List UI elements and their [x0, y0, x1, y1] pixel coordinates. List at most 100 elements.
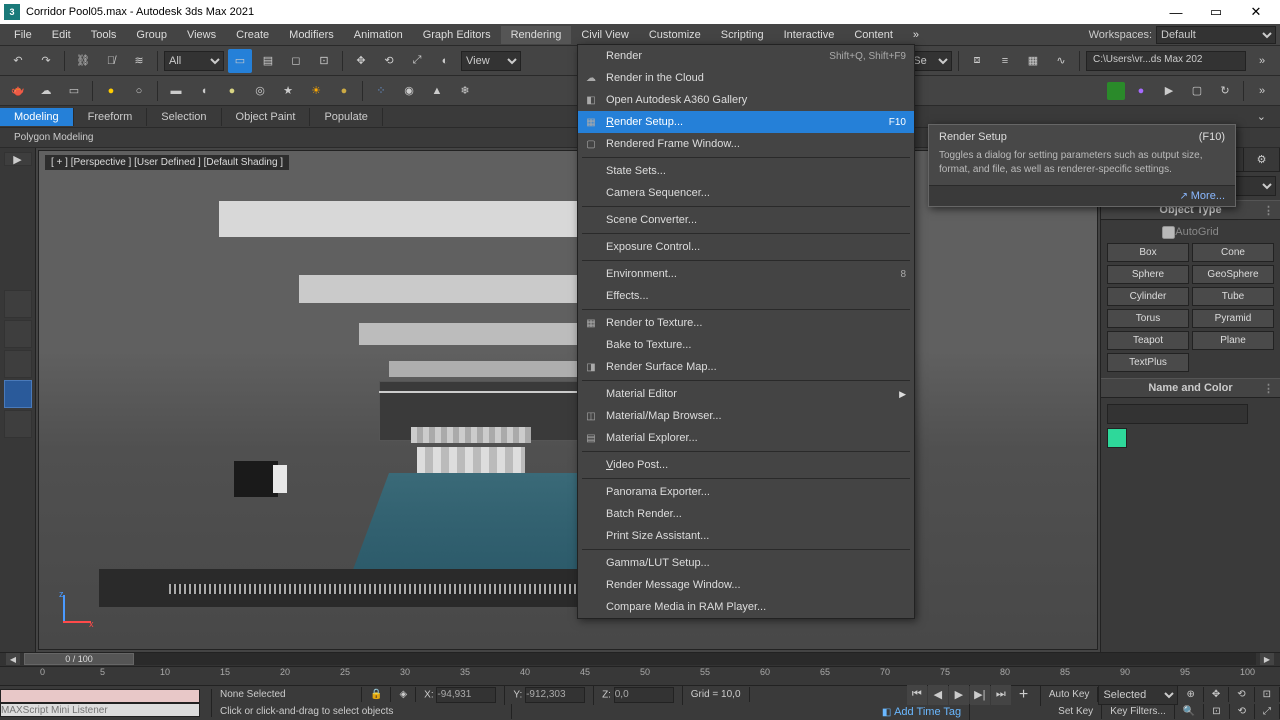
close-button[interactable]: ✕ [1236, 0, 1276, 24]
menu-item[interactable]: ▢Rendered Frame Window... [578, 133, 914, 155]
menu-item[interactable]: Camera Sequencer... [578, 182, 914, 204]
menu-content[interactable]: Content [844, 26, 903, 44]
select-object-icon[interactable]: ▭ [228, 49, 252, 73]
workspaces-select[interactable]: Default [1156, 26, 1276, 44]
menu-group[interactable]: Group [126, 26, 177, 44]
select-by-name-icon[interactable]: ▤ [256, 49, 280, 73]
align-icon[interactable]: ≡ [993, 49, 1017, 73]
tab-modeling[interactable]: Modeling [0, 108, 74, 126]
curve-editor-icon[interactable]: ∿ [1049, 49, 1073, 73]
menu-animation[interactable]: Animation [344, 26, 413, 44]
menu-item[interactable]: ◨Render Surface Map... [578, 356, 914, 378]
coord-z[interactable] [614, 687, 674, 703]
scale-icon[interactable]: ⤢ [405, 49, 429, 73]
menu-item[interactable]: Render Message Window... [578, 574, 914, 596]
rollout-name-color[interactable]: Name and Color⋮ [1101, 378, 1280, 398]
star-icon[interactable]: ★ [276, 79, 300, 103]
menu-item[interactable]: Print Size Assistant... [578, 525, 914, 547]
menu-file[interactable]: File [4, 26, 42, 44]
menu-item[interactable]: Effects... [578, 285, 914, 307]
keymode-select[interactable]: Selected [1098, 685, 1178, 705]
tab-selection[interactable]: Selection [147, 108, 221, 126]
maxscript-input[interactable] [0, 689, 200, 703]
ribbon-collapse-icon[interactable]: ⌄ [1243, 107, 1280, 126]
play-icon[interactable]: ▶ [949, 685, 969, 705]
time-handle[interactable]: 0 / 100 [24, 653, 134, 665]
menu-item[interactable]: RenderShift+Q, Shift+F9 [578, 45, 914, 67]
menu-item[interactable]: Panorama Exporter... [578, 481, 914, 503]
particles-4-icon[interactable]: ❄ [453, 79, 477, 103]
menu-create[interactable]: Create [226, 26, 279, 44]
menu-item[interactable]: ▦Render Setup...F10 [578, 111, 914, 133]
placement-icon[interactable]: ◐ [433, 49, 457, 73]
nav-8-icon[interactable]: ⤢ [1255, 704, 1280, 719]
render-iray-icon[interactable]: ● [1129, 79, 1153, 103]
rotate-icon[interactable]: ⟲ [377, 49, 401, 73]
nav-7-icon[interactable]: ⟲ [1230, 704, 1255, 719]
redo-icon[interactable]: ↷ [34, 49, 58, 73]
menu-scripting[interactable]: Scripting [711, 26, 774, 44]
menu-tools[interactable]: Tools [81, 26, 127, 44]
strip-btn-2[interactable] [4, 320, 32, 348]
time-next-icon[interactable]: ▶ [1260, 653, 1274, 665]
particles-2-icon[interactable]: ◉ [397, 79, 421, 103]
link-icon[interactable]: ⛓ [71, 49, 95, 73]
bind-icon[interactable]: ≋ [127, 49, 151, 73]
autogrid-checkbox[interactable] [1162, 226, 1175, 239]
tooltip-more-link[interactable]: ↗ More... [1180, 191, 1225, 202]
add-time-tag[interactable]: ◧ Add Time Tag [874, 704, 970, 720]
toolbar2-overflow-icon[interactable]: » [1250, 79, 1274, 103]
menu-item[interactable]: Scene Converter... [578, 209, 914, 231]
shape-disc-icon[interactable]: ◖ [192, 79, 216, 103]
menu-item[interactable]: Video Post... [578, 454, 914, 476]
menu-item[interactable]: Environment...8 [578, 263, 914, 285]
menu-modifiers[interactable]: Modifiers [279, 26, 344, 44]
obj-torus[interactable]: Torus [1107, 309, 1189, 328]
strip-btn-4[interactable] [4, 380, 32, 408]
cloud-icon[interactable]: ☁ [34, 79, 58, 103]
menu-rendering[interactable]: Rendering [501, 26, 572, 44]
menu-overflow-icon[interactable]: » [903, 26, 929, 44]
nav-4-icon[interactable]: ⊡ [1255, 687, 1280, 702]
goto-end-icon[interactable]: ⏭ [991, 685, 1011, 705]
cmd-icon-5[interactable]: ⚙ [1244, 148, 1280, 171]
play-render-icon[interactable]: ▶ [1157, 79, 1181, 103]
viewport[interactable]: [ + ] [Perspective ] [User Defined ] [De… [38, 150, 1098, 650]
obj-plane[interactable]: Plane [1192, 331, 1274, 350]
render-scene-icon[interactable] [1107, 82, 1125, 100]
object-name-input[interactable] [1107, 404, 1248, 424]
layers-icon[interactable]: ▦ [1021, 49, 1045, 73]
move-icon[interactable]: ✥ [349, 49, 373, 73]
menu-graph-editors[interactable]: Graph Editors [413, 26, 501, 44]
coord-x[interactable] [436, 687, 496, 703]
ref-coord-select[interactable]: View [461, 51, 521, 71]
nav-1-icon[interactable]: ⊕ [1178, 687, 1203, 702]
maxscript-listener[interactable] [0, 703, 200, 717]
object-color-swatch[interactable] [1107, 428, 1127, 448]
menu-item[interactable]: Bake to Texture... [578, 334, 914, 356]
obj-cylinder[interactable]: Cylinder [1107, 287, 1189, 306]
menu-interactive[interactable]: Interactive [774, 26, 845, 44]
menu-item[interactable]: ◧Open Autodesk A360 Gallery [578, 89, 914, 111]
tab-object-paint[interactable]: Object Paint [222, 108, 311, 126]
autokey-button[interactable]: Auto Key [1041, 687, 1099, 702]
menu-item[interactable]: Exposure Control... [578, 236, 914, 258]
toolbar-overflow-icon[interactable]: » [1250, 49, 1274, 73]
menu-item[interactable]: Gamma/LUT Setup... [578, 552, 914, 574]
menu-item[interactable]: ☁Render in the Cloud [578, 67, 914, 89]
sun-icon[interactable]: ☀ [304, 79, 328, 103]
nav-6-icon[interactable]: ⊡ [1204, 704, 1229, 719]
project-path[interactable]: C:\Users\vr...ds Max 202 [1086, 51, 1246, 71]
coord-toggle-icon[interactable]: ◈ [391, 687, 416, 702]
light-1-icon[interactable]: ● [99, 79, 123, 103]
keyfilters-button[interactable]: Key Filters... [1102, 704, 1175, 719]
shape-rect-icon[interactable]: ▬ [164, 79, 188, 103]
strip-btn-5[interactable] [4, 410, 32, 438]
menu-item[interactable]: ▦Render to Texture... [578, 312, 914, 334]
shape-sphere-icon[interactable]: ● [220, 79, 244, 103]
menu-item[interactable]: Compare Media in RAM Player... [578, 596, 914, 618]
tab-freeform[interactable]: Freeform [74, 108, 148, 126]
teapot-icon[interactable]: 🫖 [6, 79, 30, 103]
particles-3-icon[interactable]: ▲ [425, 79, 449, 103]
obj-sphere[interactable]: Sphere [1107, 265, 1189, 284]
